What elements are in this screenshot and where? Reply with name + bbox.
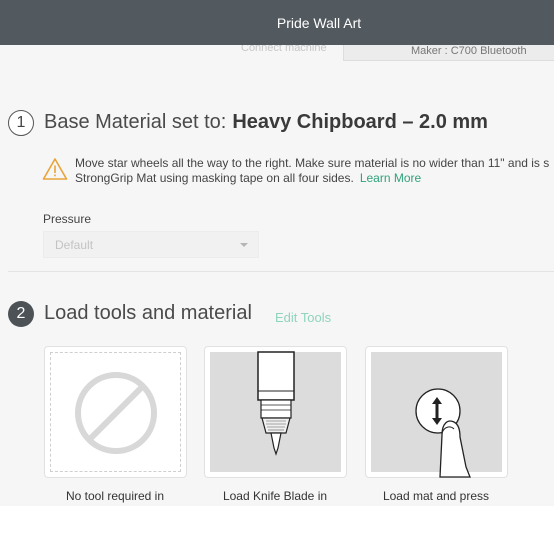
machine-selector[interactable]: Maker : C700 Bluetooth [343, 45, 554, 61]
tool-card-caption: Load Knife Blade in [222, 489, 328, 503]
load-tools-heading: Load tools and material [44, 302, 252, 324]
main-content: Connect machine Maker : C700 Bluetooth 1… [0, 45, 554, 506]
pressure-dropdown-value: Default [55, 238, 94, 252]
warning-icon [42, 158, 68, 180]
tool-card-no-tool [44, 346, 187, 478]
chevron-down-icon [240, 243, 248, 247]
tool-card-load-mat [365, 346, 508, 478]
pressure-label: Pressure [43, 212, 92, 226]
connect-machine-link[interactable]: Connect machine [241, 45, 327, 54]
no-tool-icon [75, 372, 157, 454]
window-title: Pride Wall Art [276, 14, 362, 31]
section-divider [8, 271, 554, 272]
step-2-badge: 2 [8, 301, 34, 327]
tool-card-caption: No tool required in [65, 489, 165, 503]
knife-blade-icon [257, 351, 295, 456]
warning-line-2-text: StrongGrip Mat using masking tape on all… [75, 171, 354, 185]
machine-selector-label: Maker : C700 Bluetooth [411, 45, 527, 57]
tool-card-caption: Load mat and press [382, 489, 490, 503]
warning-line-1: Move star wheels all the way to the righ… [75, 156, 550, 170]
base-material-heading: Base Material set to: Heavy Chipboard – 2… [44, 111, 488, 134]
pressure-dropdown[interactable]: Default [43, 231, 259, 258]
learn-more-link[interactable]: Learn More [360, 171, 421, 185]
warning-message: Move star wheels all the way to the righ… [75, 156, 549, 186]
step-1-badge: 1 [8, 110, 34, 136]
edit-tools-link[interactable]: Edit Tools [275, 310, 331, 325]
load-mat-button-icon [415, 388, 471, 478]
title-bar: Pride Wall Art [0, 0, 554, 45]
base-material-prefix: Base Material set to: [44, 111, 227, 133]
warning-line-2: StrongGrip Mat using masking tape on all… [75, 171, 549, 186]
base-material-value: Heavy Chipboard – 2.0 mm [232, 111, 488, 133]
tool-card-knife-blade [204, 346, 347, 478]
